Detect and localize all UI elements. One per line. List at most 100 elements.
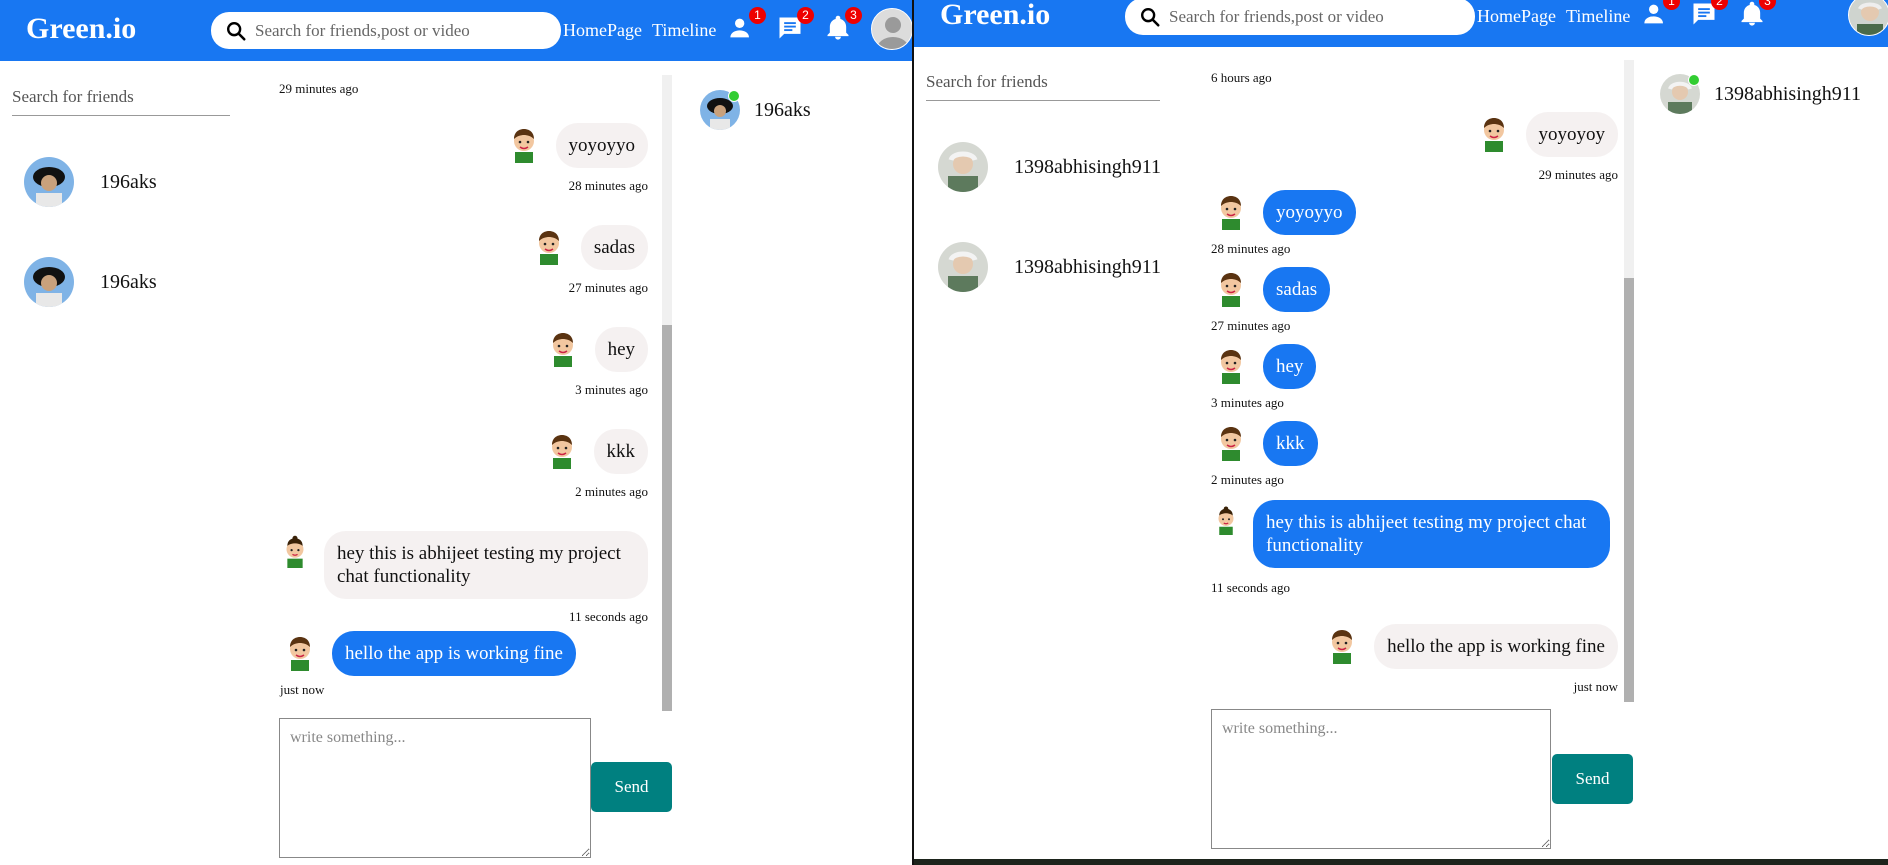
message-bubble: hello the app is working fine: [1374, 624, 1618, 669]
message-item: yoyoyyo 28 minutes ago: [504, 123, 648, 194]
message-item: hello the app is working fine just now: [1322, 624, 1618, 695]
message-time: 11 seconds ago: [1211, 580, 1290, 595]
messages-icon[interactable]: 2: [776, 7, 814, 44]
chat-window-left: Green.io HomePage Timeline 1 2 3: [0, 0, 913, 865]
friend-requests-icon[interactable]: 1: [728, 7, 766, 44]
top-bar: Green.io HomePage Timeline 1 2 3: [0, 0, 913, 61]
conversation-item[interactable]: 196aks: [24, 257, 157, 307]
online-friend-name: 1398abhisingh911: [1714, 82, 1862, 105]
friend-requests-badge: 1: [749, 7, 766, 24]
message-bubble: yoyoyyo: [555, 123, 648, 168]
chat-messages[interactable]: 29 minutes ago yoyoyyo 28 minutes ago sa…: [278, 75, 672, 711]
message-item: sadas 27 minutes ago: [1211, 267, 1331, 334]
global-search[interactable]: [1125, 0, 1475, 35]
sender-avatar: [1483, 118, 1504, 152]
message-bubble: sadas: [1263, 267, 1331, 312]
message-time: 2 minutes ago: [1211, 472, 1284, 487]
message-bubble: hey this is abhijeet testing my project …: [1253, 500, 1610, 568]
online-friend-item[interactable]: 1398abhisingh911: [1660, 74, 1861, 114]
message-time: 28 minutes ago: [1211, 241, 1291, 256]
nav-homepage-link[interactable]: HomePage: [1477, 6, 1556, 27]
sender-avatar: [552, 333, 573, 367]
global-search-input[interactable]: [255, 20, 545, 41]
message-bubble: hey this is abhijeet testing my project …: [324, 531, 648, 599]
message-bubble: yoyoyyo: [1263, 190, 1356, 235]
message-item: yoyoyyo 28 minutes ago: [1211, 190, 1356, 257]
message-composer[interactable]: [1211, 709, 1551, 849]
chat-scrollbar-thumb[interactable]: [662, 325, 672, 711]
user-avatar: [938, 142, 988, 192]
send-button[interactable]: Send: [1552, 754, 1633, 804]
sender-avatar: [1221, 427, 1241, 461]
message-time: 29 minutes ago: [279, 81, 359, 96]
send-button[interactable]: Send: [591, 762, 672, 812]
message-item: hey 3 minutes ago: [1211, 344, 1317, 411]
message-item: hey this is abhijeet testing my project …: [1211, 500, 1610, 596]
message-time: 6 hours ago: [1211, 70, 1272, 85]
sender-avatar: [513, 129, 534, 163]
global-search[interactable]: [211, 12, 561, 49]
profile-avatar[interactable]: [871, 8, 913, 50]
search-icon: [227, 21, 246, 41]
messages-badge: 2: [797, 7, 814, 24]
app-logo[interactable]: Green.io: [940, 0, 1050, 32]
message-time: 28 minutes ago: [568, 178, 648, 193]
notifications-badge: 3: [845, 7, 862, 24]
message-time: 11 seconds ago: [569, 609, 648, 624]
notifications-bell-icon[interactable]: 3: [824, 7, 862, 44]
nav-homepage-link[interactable]: HomePage: [563, 20, 642, 41]
message-time: 27 minutes ago: [1211, 318, 1291, 333]
message-item: yoyoyoy 29 minutes ago: [1474, 112, 1618, 183]
message-composer[interactable]: [279, 718, 591, 858]
message-item: kkk 2 minutes ago: [1211, 421, 1318, 488]
message-bubble: hey: [594, 327, 648, 372]
sender-avatar: [290, 637, 310, 671]
notifications-bell-icon[interactable]: 3: [1738, 0, 1776, 30]
chat-scrollbar[interactable]: [662, 75, 672, 711]
online-status-dot: [1688, 74, 1700, 86]
desktop-background-strip: [914, 859, 1888, 865]
message-time: 27 minutes ago: [568, 280, 648, 295]
user-avatar: [24, 257, 74, 307]
search-icon: [1141, 7, 1160, 27]
chat-messages[interactable]: 6 hours ago yoyoyoy 29 minutes ago yoyoy…: [1210, 60, 1634, 702]
sender-avatar: [286, 535, 304, 568]
message-time: 2 minutes ago: [575, 484, 648, 499]
message-time: 3 minutes ago: [575, 382, 648, 397]
online-friend-item[interactable]: 196aks: [700, 90, 811, 130]
online-status-dot: [728, 90, 740, 102]
global-search-input[interactable]: [1169, 6, 1459, 27]
message-item: hey 3 minutes ago: [543, 327, 648, 398]
user-avatar: [938, 242, 988, 292]
sender-avatar: [1221, 350, 1241, 384]
message-bubble: kkk: [593, 429, 648, 474]
friend-search-input[interactable]: [12, 87, 230, 116]
sender-avatar: [551, 435, 572, 469]
message-bubble: sadas: [580, 225, 648, 270]
chat-window-right: Green.io HomePage Timeline 1 2 3: [914, 0, 1888, 859]
nav-timeline-link[interactable]: Timeline: [1566, 6, 1630, 27]
profile-avatar[interactable]: [1848, 0, 1888, 36]
top-bar: Green.io HomePage Timeline 1 2 3: [914, 0, 1888, 47]
message-bubble: yoyoyoy: [1525, 112, 1618, 157]
conversation-name: 1398abhisingh911: [1014, 255, 1162, 278]
message-item: hello the app is working fine just now: [280, 631, 576, 698]
friend-search-input[interactable]: [926, 72, 1160, 101]
message-time: 29 minutes ago: [1538, 167, 1618, 182]
sender-avatar: [1218, 506, 1234, 535]
sender-avatar: [1221, 196, 1241, 230]
user-avatar: [24, 157, 74, 207]
friend-requests-icon[interactable]: 1: [1642, 0, 1680, 30]
conversation-item[interactable]: 196aks: [24, 157, 157, 207]
message-item: sadas 27 minutes ago: [529, 225, 648, 296]
message-bubble: hey: [1263, 344, 1317, 389]
app-logo[interactable]: Green.io: [26, 12, 136, 46]
chat-scrollbar-thumb[interactable]: [1624, 278, 1634, 702]
conversation-item[interactable]: 1398abhisingh911: [938, 142, 1161, 192]
nav-timeline-link[interactable]: Timeline: [652, 20, 716, 41]
messages-icon[interactable]: 2: [1690, 0, 1728, 30]
chat-scrollbar[interactable]: [1624, 60, 1634, 702]
sender-avatar: [538, 231, 559, 265]
message-item: hey this is abhijeet testing my project …: [278, 531, 648, 625]
conversation-item[interactable]: 1398abhisingh911: [938, 242, 1161, 292]
